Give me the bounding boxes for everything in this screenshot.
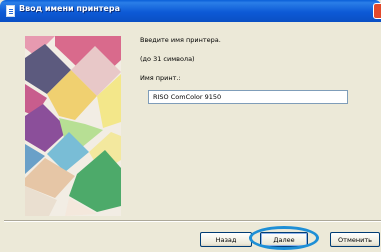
cancel-button[interactable]: Отменить: [330, 232, 380, 247]
window-title: Ввод имени принтера: [19, 4, 120, 13]
button-separator: [4, 220, 381, 222]
wizard-illustration: [25, 36, 121, 216]
printer-document-icon: [6, 5, 15, 17]
close-icon[interactable]: [373, 3, 381, 19]
back-button[interactable]: Назад: [200, 232, 252, 247]
printer-name-dialog: Ввод имени принтера Введите имя принтера…: [0, 0, 381, 252]
prompt-text: Введите имя принтера.: [140, 36, 221, 44]
title-bar[interactable]: Ввод имени принтера: [0, 0, 381, 22]
next-button[interactable]: Далее: [260, 232, 308, 247]
printer-name-input[interactable]: [148, 90, 348, 104]
character-limit-note: (до 31 символа): [140, 55, 195, 63]
printer-name-label: Имя принт.:: [140, 74, 181, 82]
dialog-content: Введите имя принтера. (до 31 символа) Им…: [4, 22, 381, 218]
